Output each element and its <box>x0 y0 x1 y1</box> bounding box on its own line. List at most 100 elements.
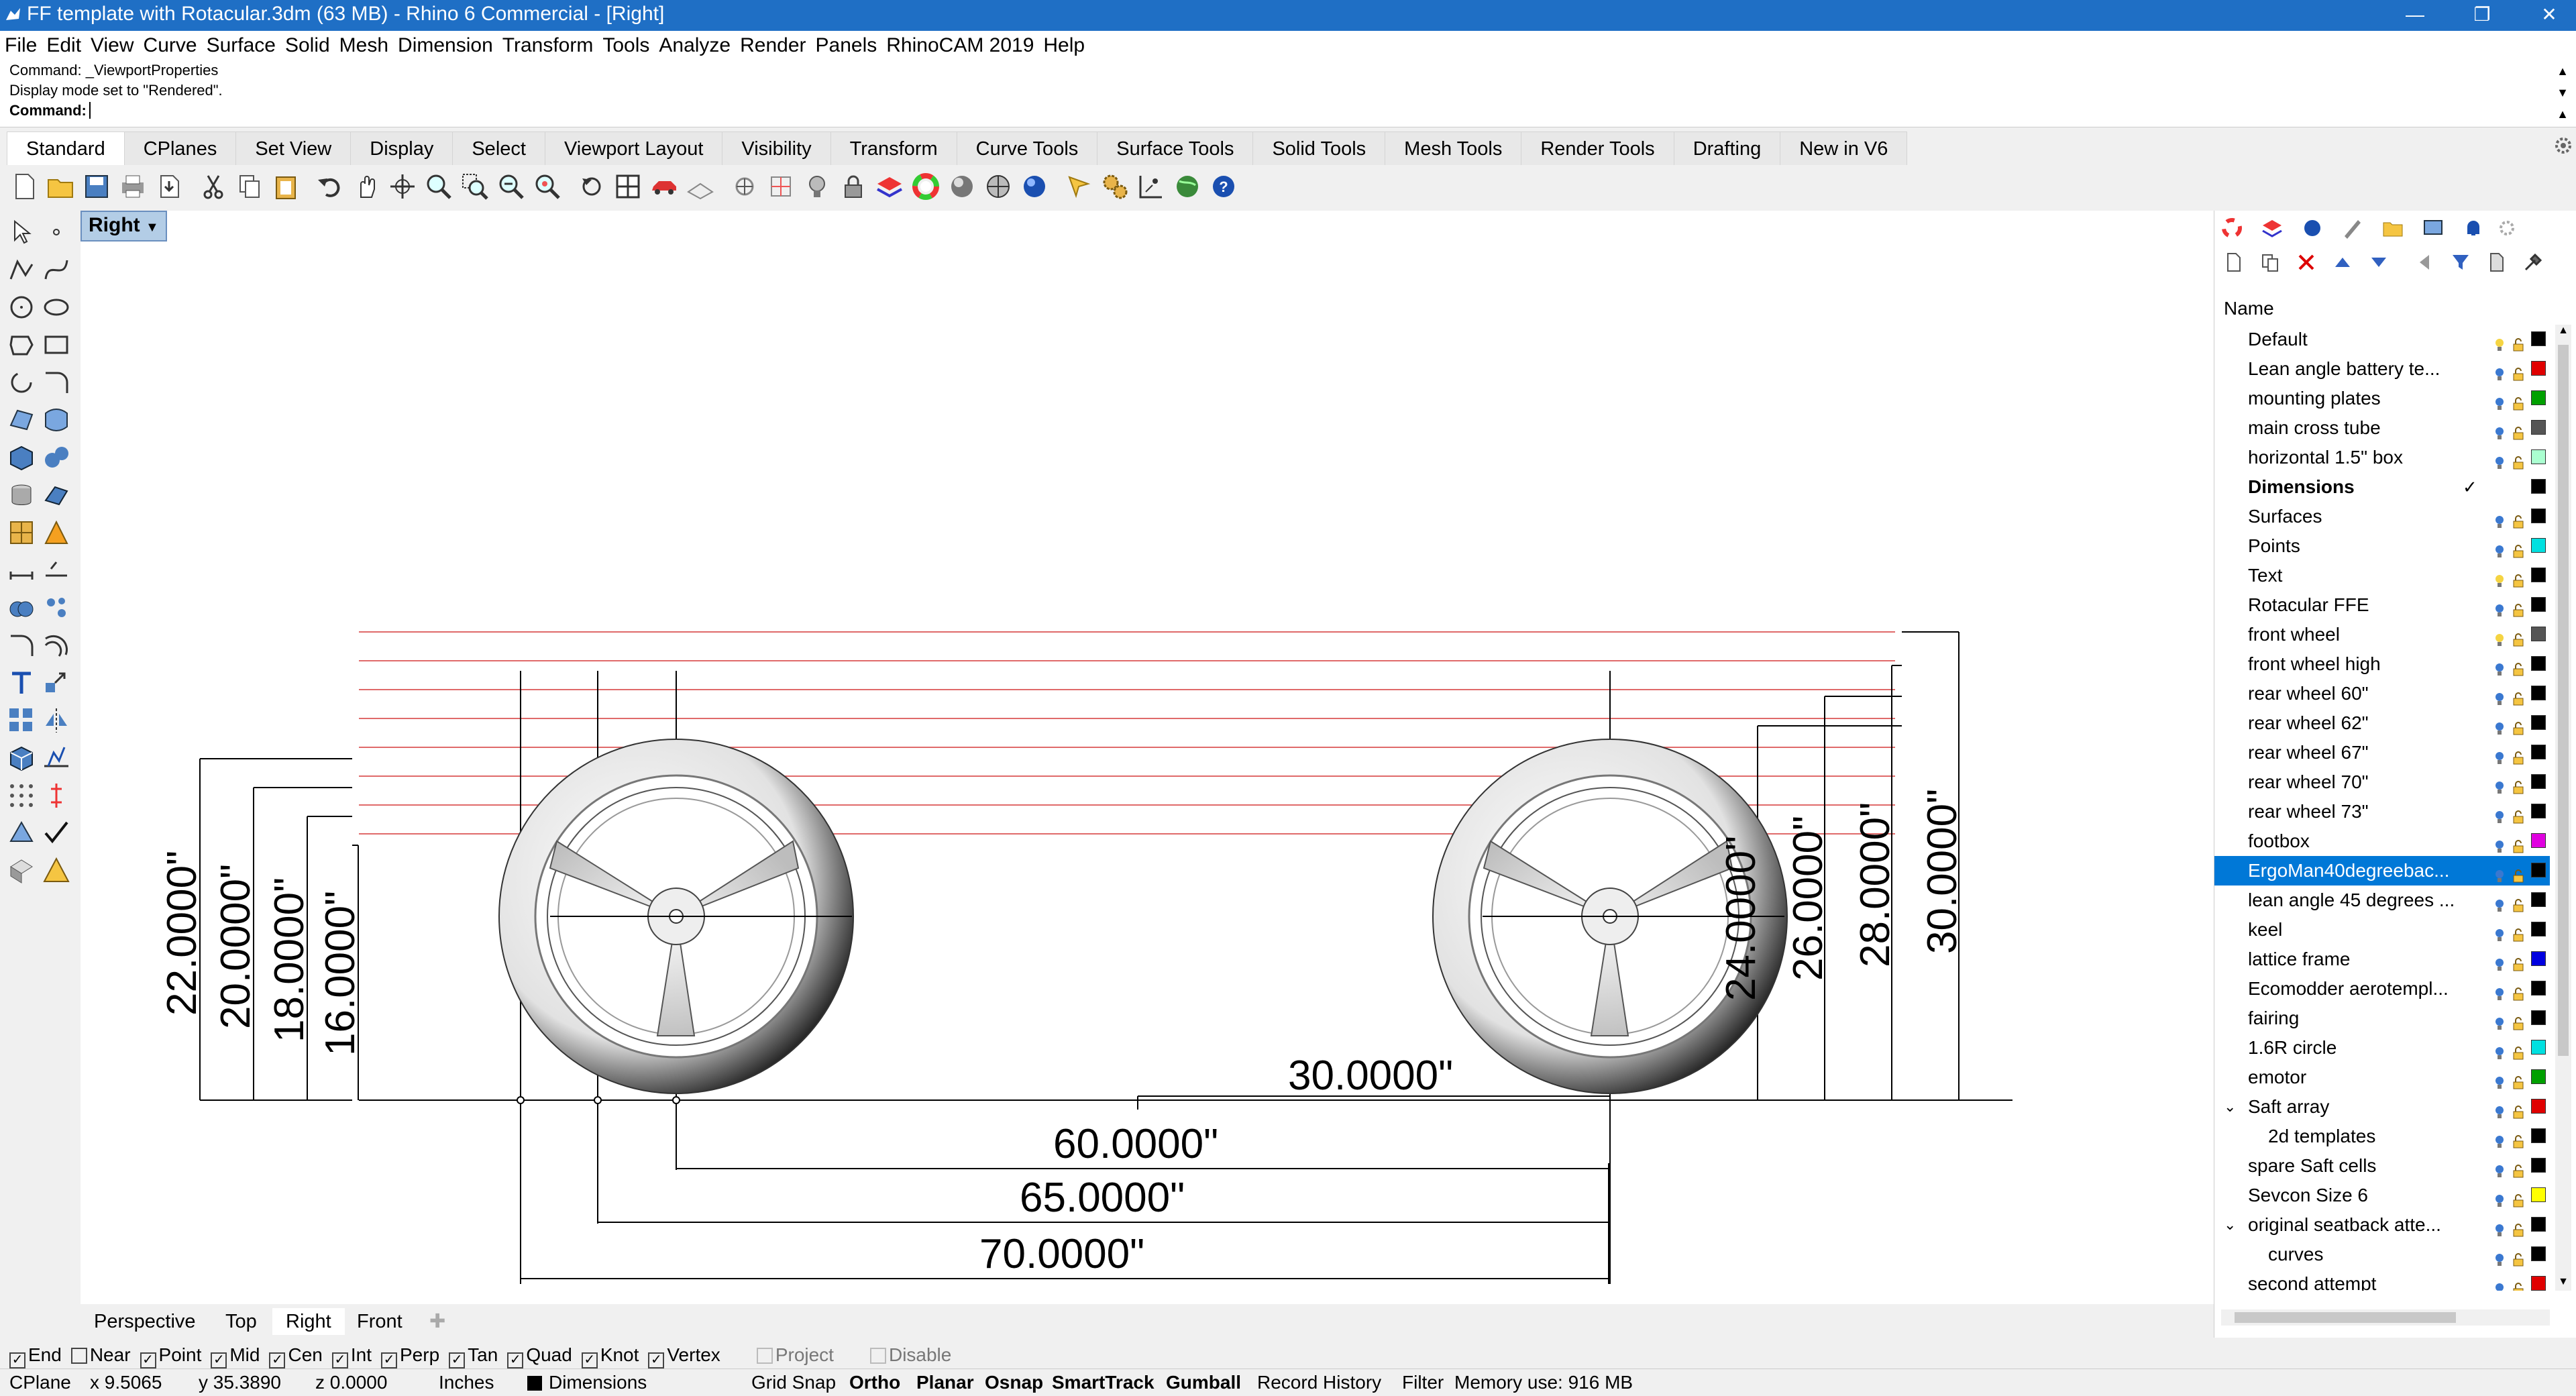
menu-view[interactable]: View <box>86 31 138 60</box>
visibility-bulb-icon[interactable] <box>2492 1128 2507 1148</box>
command-prompt[interactable]: Command: <box>0 101 2576 121</box>
layer-name[interactable]: Text <box>2248 561 2282 590</box>
pan-hand-icon[interactable] <box>352 172 381 201</box>
layer-name[interactable]: original seatback atte... <box>2248 1210 2441 1240</box>
rotate-view-icon[interactable] <box>388 172 417 201</box>
layer-row[interactable]: keel <box>2214 915 2550 945</box>
layer-name[interactable]: rear wheel 67" <box>2248 738 2369 767</box>
layer-row[interactable]: mounting plates <box>2214 384 2550 413</box>
units-label[interactable]: Inches <box>439 1369 494 1396</box>
move-to-parent-icon[interactable] <box>2414 252 2434 272</box>
layer-color-swatch[interactable] <box>2531 1069 2546 1084</box>
checkbox[interactable]: ✓ <box>269 1352 286 1368</box>
lock-icon[interactable] <box>2511 656 2526 676</box>
tab-curve-tools[interactable]: Curve Tools <box>956 131 1098 165</box>
lock-icon[interactable] <box>2511 361 2526 381</box>
layer-color-swatch[interactable] <box>2531 597 2546 612</box>
tab-select[interactable]: Select <box>452 131 545 165</box>
viewport-right[interactable]: 22.0000" 20.0000" 18.0000" 16.0000" 24.0… <box>80 211 2214 1311</box>
ghosted-sphere-icon[interactable] <box>983 172 1013 201</box>
layer-row[interactable]: curves <box>2214 1240 2550 1269</box>
osnap-toggle[interactable]: Osnap <box>985 1369 1043 1396</box>
layer-row[interactable]: Text <box>2214 561 2550 590</box>
osnap-disable[interactable]: Disable <box>861 1344 951 1365</box>
record-history-toggle[interactable]: Record History <box>1257 1369 1381 1396</box>
filter-icon[interactable] <box>2451 252 2471 272</box>
layer-row[interactable]: rear wheel 62" <box>2214 708 2550 738</box>
visibility-bulb-icon[interactable] <box>2492 1099 2507 1118</box>
circle-icon[interactable] <box>7 292 36 322</box>
new-sublayer-icon[interactable] <box>2260 252 2280 272</box>
tab-mesh-tools[interactable]: Mesh Tools <box>1385 131 1522 165</box>
filter-toggle[interactable]: Filter <box>1402 1369 1444 1396</box>
new-file-icon[interactable] <box>9 172 39 201</box>
light-icon[interactable] <box>1064 172 1093 201</box>
layer-color-swatch[interactable] <box>2531 1040 2546 1055</box>
tab-new-in-v6[interactable]: New in V6 <box>1780 131 1908 165</box>
layer-name[interactable]: curves <box>2268 1240 2323 1269</box>
layer-row[interactable]: spare Saft cells <box>2214 1151 2550 1181</box>
layer-color-swatch[interactable] <box>2531 774 2546 789</box>
lock-icon[interactable] <box>2511 686 2526 706</box>
layer-row[interactable]: Ecomodder aerotempl... <box>2214 974 2550 1004</box>
lock-icon[interactable] <box>2511 627 2526 647</box>
check-icon[interactable] <box>42 818 71 848</box>
osnap-tan[interactable]: ✓ Tan <box>439 1344 498 1368</box>
arc-icon[interactable] <box>7 368 36 397</box>
layer-row[interactable]: Sevcon Size 6 <box>2214 1181 2550 1210</box>
solid-tools-icon[interactable] <box>7 743 36 773</box>
layer-name[interactable]: 1.6R circle <box>2248 1033 2337 1063</box>
layer-row[interactable]: Surfaces <box>2214 502 2550 531</box>
fillet-icon[interactable] <box>7 631 36 660</box>
minimize-button[interactable]: — <box>2388 0 2442 31</box>
gumball-icon[interactable] <box>42 781 71 810</box>
menu-analyze[interactable]: Analyze <box>654 31 735 60</box>
checkbox[interactable]: ✓ <box>140 1352 156 1368</box>
lock-icon[interactable] <box>2511 568 2526 588</box>
delete-layer-icon[interactable] <box>2296 252 2316 272</box>
move-up-icon[interactable] <box>2332 252 2353 272</box>
lock-icon[interactable] <box>2511 538 2526 558</box>
visibility-bulb-icon[interactable] <box>2492 627 2507 646</box>
layer-row[interactable]: ⌄ Saft array <box>2214 1092 2550 1122</box>
layer-color-swatch[interactable] <box>2531 833 2546 848</box>
chevron-down-icon[interactable]: ▼ <box>146 220 159 235</box>
tab-standard[interactable]: Standard <box>7 131 125 165</box>
layer-name[interactable]: front wheel <box>2248 620 2340 649</box>
layer-name[interactable]: ErgoMan40degreebac... <box>2248 856 2449 885</box>
hatch-icon[interactable] <box>42 555 71 585</box>
checkbox[interactable]: ✓ <box>381 1352 397 1368</box>
layer-color-swatch[interactable] <box>2531 420 2546 435</box>
layer-name[interactable]: Saft array <box>2248 1092 2329 1122</box>
text-icon[interactable] <box>7 668 36 698</box>
layer-row[interactable]: front wheel high <box>2214 649 2550 679</box>
rectangle-icon[interactable] <box>42 330 71 360</box>
move-down-icon[interactable] <box>2369 252 2389 272</box>
menu-solid[interactable]: Solid <box>280 31 335 60</box>
lock-icon[interactable] <box>2511 1276 2526 1291</box>
lock-icon[interactable] <box>2511 1128 2526 1148</box>
lock-icon[interactable] <box>2511 449 2526 470</box>
layer-name[interactable]: Rotacular FFE <box>2248 590 2369 620</box>
layer-color-swatch[interactable] <box>2531 479 2546 494</box>
layer-color-swatch[interactable] <box>2531 804 2546 818</box>
layer-color-swatch[interactable] <box>2531 1276 2546 1291</box>
rendered-sphere-icon[interactable] <box>1020 172 1049 201</box>
layer-name[interactable]: second attempt <box>2248 1269 2376 1291</box>
scroll-down-icon[interactable]: ▼ <box>2558 1276 2569 1289</box>
visibility-bulb-icon[interactable] <box>2492 774 2507 794</box>
layer-name[interactable]: keel <box>2248 915 2282 945</box>
visibility-bulb-icon[interactable] <box>2492 568 2507 587</box>
layer-color-swatch[interactable] <box>2531 627 2546 641</box>
layer-name[interactable]: rear wheel 60" <box>2248 679 2369 708</box>
sphere-solid-icon[interactable] <box>42 443 71 472</box>
lock-icon[interactable] <box>2511 951 2526 971</box>
array-icon[interactable] <box>7 706 36 735</box>
cylinder-icon[interactable] <box>7 480 36 510</box>
boolean-union-icon[interactable] <box>7 593 36 623</box>
layer-row[interactable]: Lean angle battery te... <box>2214 354 2550 384</box>
tab-set-view[interactable]: Set View <box>235 131 352 165</box>
options-gears-icon[interactable] <box>1100 172 1130 201</box>
visibility-bulb-icon[interactable] <box>2492 656 2507 676</box>
checkbox[interactable]: ✓ <box>331 1352 348 1368</box>
